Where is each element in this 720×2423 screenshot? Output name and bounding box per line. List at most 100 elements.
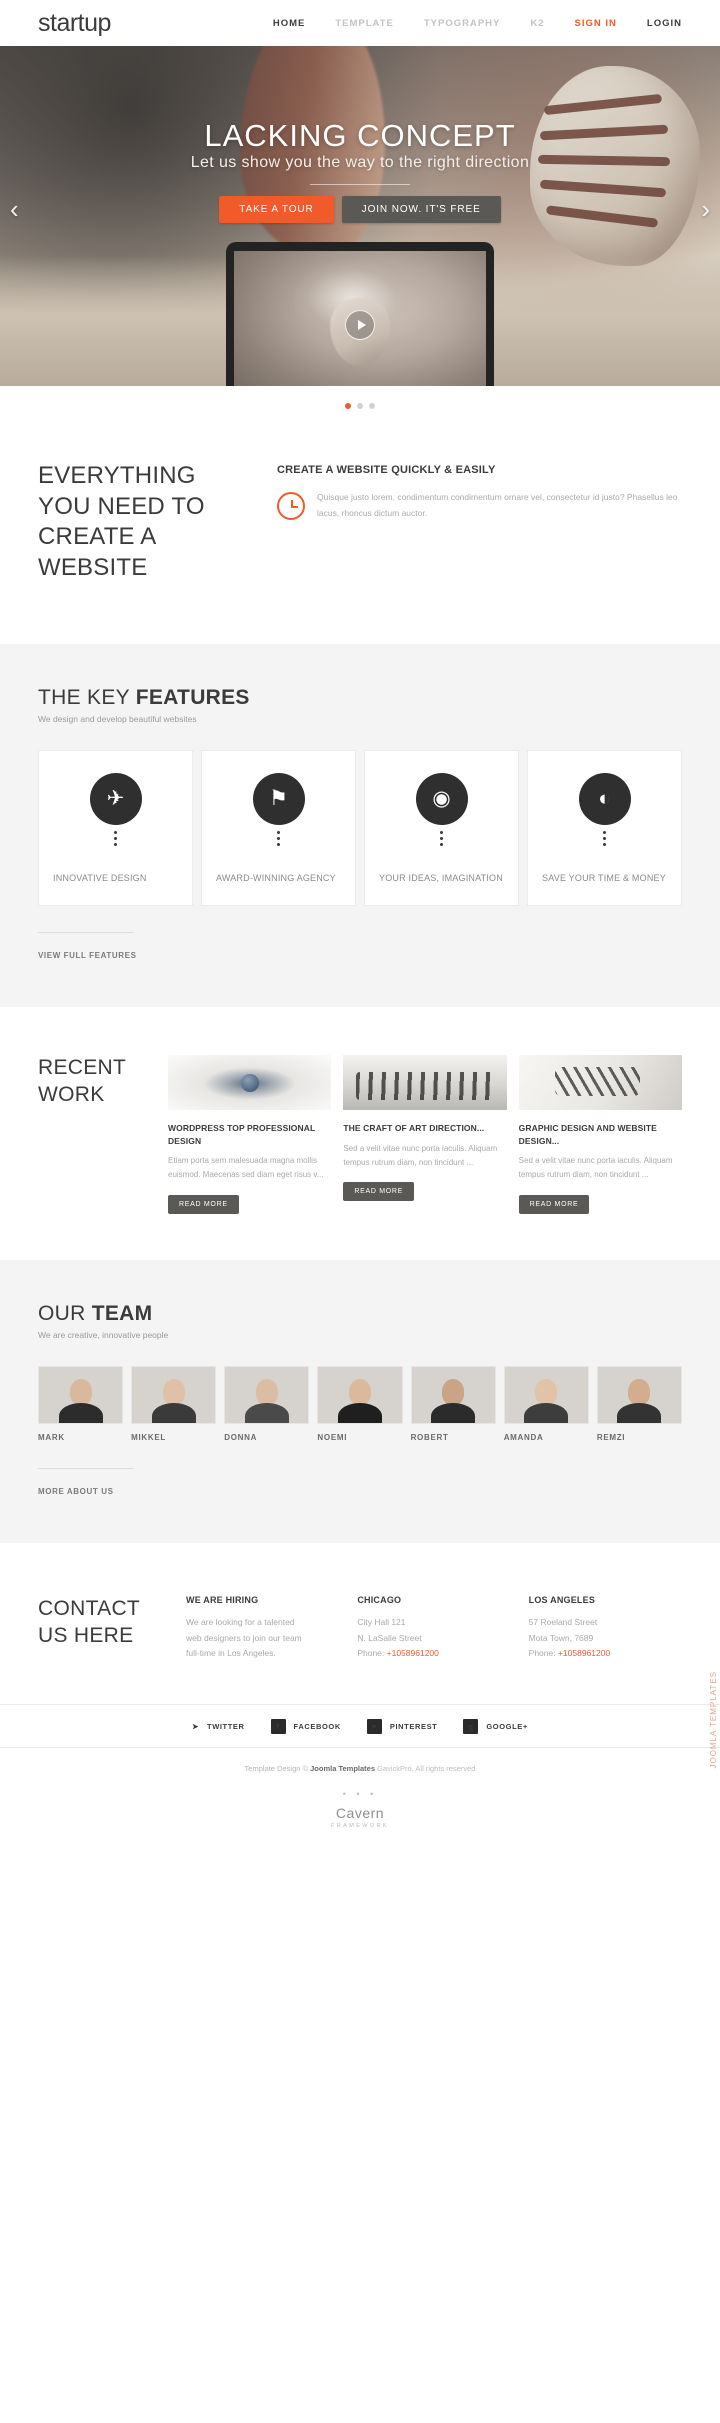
nav-item-template[interactable]: TEMPLATE bbox=[335, 18, 394, 29]
social-bar: ➤ TWITTER f FACEBOOK ᴘ PINTEREST g GOOGL… bbox=[0, 1703, 720, 1747]
contact-line: Mota Town, 7689 bbox=[528, 1632, 594, 1643]
recent-work-section: RECENT WORK WORDPRESS TOP PROFESSIONAL D… bbox=[0, 1007, 720, 1260]
medal-icon: ⚑ bbox=[252, 772, 305, 825]
key-features-section: THE KEY FEATURES We design and develop b… bbox=[0, 643, 720, 1008]
read-more-button[interactable]: READ MORE bbox=[168, 1194, 239, 1214]
team-member-name: DONNA bbox=[224, 1432, 258, 1442]
slider-dot-2[interactable] bbox=[357, 403, 363, 409]
work-item-text: Etiam porta sem malesuada magna mollis e… bbox=[168, 1156, 324, 1180]
feature-card-save-time[interactable]: ◐ SAVE YOUR TIME & MONEY bbox=[527, 749, 682, 907]
recent-work-grid: WORDPRESS TOP PROFESSIONAL DESIGN Etiam … bbox=[168, 1055, 682, 1214]
avatar[interactable] bbox=[224, 1365, 310, 1424]
footer-dots-decoration: • • • bbox=[342, 1788, 378, 1799]
more-about-us-block: MORE ABOUT US bbox=[38, 1467, 682, 1499]
mouse-icon: ◉ bbox=[415, 772, 468, 825]
recent-work-heading: RECENT WORK bbox=[38, 1056, 126, 1106]
feature-card-innovative-design[interactable]: ✈ INNOVATIVE DESIGN bbox=[38, 749, 193, 907]
social-link-pinterest[interactable]: ᴘ PINTEREST bbox=[366, 1718, 438, 1734]
everything-feature-title: CREATE A WEBSITE QUICKLY & EASILY bbox=[277, 464, 496, 476]
nav-item-login[interactable]: LOGIN bbox=[647, 18, 682, 29]
page-root: startup HOME TEMPLATE TYPOGRAPHY K2 SIGN… bbox=[0, 0, 720, 1859]
team-member[interactable]: DONNA bbox=[224, 1365, 310, 1442]
slider-dot-1[interactable] bbox=[345, 403, 351, 409]
social-link-facebook[interactable]: f FACEBOOK bbox=[270, 1718, 341, 1734]
slider-dot-3[interactable] bbox=[369, 403, 375, 409]
phone-number[interactable]: +1058961200 bbox=[558, 1648, 610, 1658]
nav-item-signin[interactable]: SIGN IN bbox=[575, 18, 617, 29]
contact-line: web designers to join our team bbox=[186, 1632, 302, 1643]
hero-title: LACKING CONCEPT bbox=[204, 118, 516, 153]
contact-phone-row: Phone: +1058961200 bbox=[529, 1646, 682, 1662]
video-play-button-icon[interactable] bbox=[345, 310, 375, 340]
avatar[interactable] bbox=[410, 1365, 496, 1424]
everything-section: EVERYTHING YOU NEED TO CREATE A WEBSITE … bbox=[0, 409, 720, 644]
contact-column-title: LOS ANGELES bbox=[528, 1594, 596, 1605]
feature-card-award-winning[interactable]: ⚑ AWARD-WINNING AGENCY bbox=[201, 749, 356, 907]
feature-card-label: INNOVATIVE DESIGN bbox=[53, 872, 147, 883]
google-plus-icon: g bbox=[463, 1718, 479, 1734]
nav-item-k2[interactable]: K2 bbox=[530, 18, 544, 29]
slider-pagination bbox=[0, 386, 720, 409]
site-logo[interactable]: startup bbox=[38, 9, 111, 38]
take-a-tour-button[interactable]: TAKE A TOUR bbox=[219, 196, 334, 223]
nav-item-typography[interactable]: TYPOGRAPHY bbox=[424, 18, 501, 29]
everything-heading: EVERYTHING YOU NEED TO CREATE A WEBSITE bbox=[38, 462, 205, 582]
team-subtitle: We are creative, innovative people bbox=[38, 1329, 169, 1340]
avatar[interactable] bbox=[38, 1365, 124, 1424]
work-item[interactable]: WORDPRESS TOP PROFESSIONAL DESIGN Etiam … bbox=[168, 1055, 332, 1214]
contact-line: City Hall 121 bbox=[357, 1616, 406, 1627]
join-now-button[interactable]: JOIN NOW. IT'S FREE bbox=[341, 196, 501, 223]
main-navigation: HOME TEMPLATE TYPOGRAPHY K2 SIGN IN LOGI… bbox=[273, 18, 682, 29]
contact-column-title: WE ARE HIRING bbox=[186, 1594, 259, 1605]
horses-thumb[interactable] bbox=[343, 1055, 507, 1111]
laptop-lid bbox=[226, 242, 494, 386]
laptop-mockup bbox=[226, 242, 494, 386]
contact-column-hiring: WE ARE HIRING We are looking for a talen… bbox=[186, 1595, 339, 1662]
feature-dots-decoration bbox=[542, 830, 667, 846]
team-member[interactable]: MIKKEL bbox=[131, 1365, 217, 1442]
contact-heading: CONTACT US HERE bbox=[38, 1596, 140, 1648]
team-member[interactable]: ROBERT bbox=[410, 1365, 496, 1442]
team-member[interactable]: AMANDA bbox=[503, 1365, 589, 1442]
cavern-subtitle: FRAMEWORK bbox=[331, 1822, 389, 1829]
eye-wordpress-thumb[interactable] bbox=[168, 1055, 332, 1111]
slider-next-arrow-icon[interactable]: › bbox=[701, 194, 710, 225]
feature-card-label: SAVE YOUR TIME & MONEY bbox=[542, 872, 666, 883]
work-item[interactable]: THE CRAFT OF ART DIRECTION... Sed a veli… bbox=[343, 1055, 507, 1213]
view-full-features-link[interactable]: VIEW FULL FEATURES bbox=[38, 951, 137, 960]
nav-item-home[interactable]: HOME bbox=[273, 18, 306, 29]
cavern-name: Cavern bbox=[335, 1804, 385, 1821]
slider-prev-arrow-icon[interactable]: ‹ bbox=[10, 194, 19, 225]
team-member[interactable]: REMZI bbox=[596, 1365, 682, 1442]
team-member[interactable]: MARK bbox=[38, 1365, 124, 1442]
read-more-button[interactable]: READ MORE bbox=[518, 1194, 590, 1214]
contact-section: CONTACT US HERE WE ARE HIRING We are loo… bbox=[0, 1542, 720, 1704]
copyright-suffix: GavickPro. All rights reserved bbox=[375, 1763, 476, 1773]
social-link-twitter[interactable]: ➤ TWITTER bbox=[192, 1722, 244, 1731]
contact-line: full-time in Los Angeles. bbox=[186, 1648, 276, 1659]
facebook-icon: f bbox=[270, 1718, 286, 1734]
phone-number[interactable]: +1058961200 bbox=[387, 1648, 439, 1658]
piggy-bank-icon: ◐ bbox=[578, 772, 631, 825]
team-member[interactable]: NOEMI bbox=[317, 1365, 403, 1442]
everything-feature-text: Quisque justo lorem, condimentum condime… bbox=[317, 492, 678, 518]
abstract-horse-thumb[interactable] bbox=[518, 1055, 682, 1111]
side-tab-label[interactable]: JOOMLA TEMPLATES bbox=[709, 1671, 718, 1769]
phone-label: Phone: bbox=[357, 1648, 387, 1659]
avatar[interactable] bbox=[503, 1365, 589, 1424]
more-about-us-link[interactable]: MORE ABOUT US bbox=[38, 1487, 114, 1496]
avatar[interactable] bbox=[131, 1365, 217, 1424]
contact-phone-row: Phone: +1058961200 bbox=[357, 1646, 510, 1662]
copyright-link[interactable]: Joomla Templates bbox=[310, 1764, 375, 1773]
avatar[interactable] bbox=[317, 1365, 403, 1424]
twitter-icon: ➤ bbox=[192, 1721, 200, 1731]
feature-card-label: YOUR IDEAS, IMAGINATION bbox=[379, 872, 503, 883]
work-item[interactable]: GRAPHIC DESIGN AND WEBSITE DESIGN... Sed… bbox=[518, 1055, 682, 1214]
team-member-name: MARK bbox=[38, 1432, 65, 1442]
read-more-button[interactable]: READ MORE bbox=[343, 1182, 415, 1202]
avatar[interactable] bbox=[596, 1365, 682, 1424]
social-link-google-plus[interactable]: g GOOGLE+ bbox=[463, 1718, 528, 1734]
feature-dots-decoration bbox=[53, 830, 178, 846]
feature-card-your-ideas[interactable]: ◉ YOUR IDEAS, IMAGINATION bbox=[364, 749, 519, 907]
divider bbox=[38, 932, 134, 934]
